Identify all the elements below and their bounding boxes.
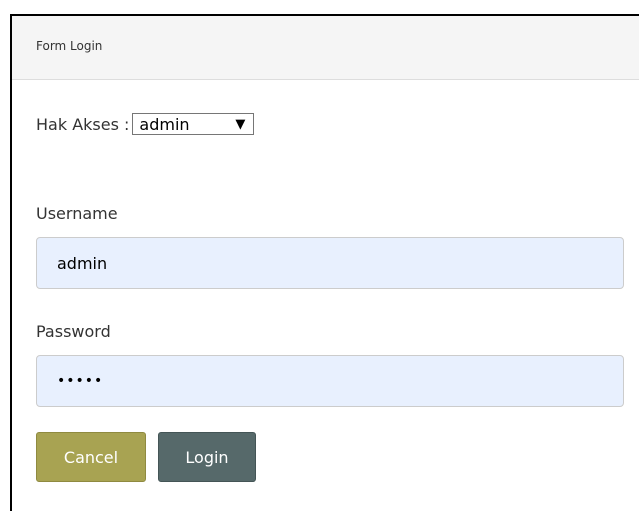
dropdown-arrow-icon: ▼ [235,116,246,132]
username-value: admin [57,253,108,273]
username-label: Username [36,204,118,223]
cancel-button-label: Cancel [63,447,119,467]
access-select-value: admin [139,114,190,134]
login-button-label: Login [185,447,229,467]
password-input[interactable]: ••••• [36,355,624,407]
access-label: Hak Akses : [36,114,130,134]
password-value: ••••• [57,373,104,389]
access-select[interactable]: admin ▼ [132,113,255,135]
panel-heading: Form Login [12,16,639,80]
access-row: Hak Akses : admin ▼ [36,112,255,136]
login-panel: Form Login Hak Akses : admin ▼ Username … [10,14,639,511]
login-button[interactable]: Login [158,432,256,482]
username-input[interactable]: admin [36,237,624,289]
cancel-button[interactable]: Cancel [36,432,146,482]
panel-title: Form Login [36,39,103,53]
password-label: Password [36,322,111,341]
